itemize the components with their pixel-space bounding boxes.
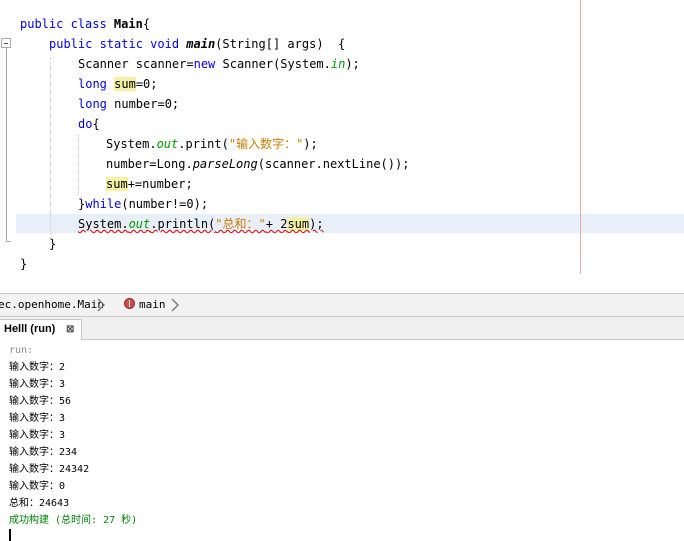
code-line[interactable]: long sum=0;	[78, 74, 158, 94]
code-token: + 2	[265, 217, 288, 231]
code-line-content: long number=0;	[78, 97, 179, 111]
run-label: run:	[9, 345, 34, 356]
breadcrumb-class-label: ec.openhome.Main	[0, 298, 104, 311]
tab-output-label: Helll (run)	[4, 323, 56, 335]
output-line: 输入数字：3	[9, 430, 66, 441]
output-line: 输入数字：234	[9, 447, 78, 458]
code-line[interactable]: Scanner scanner=new Scanner(System.in);	[78, 54, 360, 74]
code-token: out	[128, 217, 151, 231]
code-token: parseLong	[192, 157, 258, 171]
code-line-content: }while(number!=0);	[78, 197, 208, 211]
chevron-right-icon	[97, 298, 105, 312]
fold-guide	[6, 48, 7, 242]
code-token: public class	[20, 17, 114, 31]
code-line[interactable]: do{	[78, 114, 100, 134]
code-line-content: number=Long.parseLong(scanner.nextLine()…	[106, 157, 409, 171]
breadcrumb-method[interactable]: main	[124, 294, 166, 316]
input-caret	[9, 529, 11, 541]
code-line[interactable]: }while(number!=0);	[78, 194, 208, 214]
code-token: Main	[113, 17, 143, 31]
code-token: "总和："	[215, 217, 266, 231]
output-line: 输入数字：24342	[9, 464, 90, 475]
code-line[interactable]: public class Main{	[20, 14, 150, 34]
output-console[interactable]: run: 输入数字：2 输入数字：3 输入数字：56 输入数字：3 输入数字：3 输入数字…	[0, 340, 684, 541]
code-token: {	[142, 17, 151, 31]
code-token: in	[330, 57, 346, 71]
indent-guide	[78, 135, 79, 195]
code-line-content: System.out.println("总和："+ 2sum);	[78, 217, 324, 231]
code-token: .print(	[178, 137, 229, 151]
code-token: while	[85, 197, 122, 211]
method-icon	[124, 298, 135, 309]
code-token: long	[78, 77, 115, 91]
code-token: "输入数字："	[228, 137, 304, 151]
code-token: Scanner scanner=	[78, 57, 194, 71]
code-line-content: public static void main(String[] args) {	[49, 37, 345, 51]
code-line-content: }	[20, 257, 27, 271]
code-line[interactable]: System.out.print("输入数字：");	[106, 134, 318, 154]
output-line: 输入数字：2	[9, 362, 66, 373]
code-line[interactable]: public static void main(String[] args) {	[49, 34, 345, 54]
code-token: do	[78, 117, 93, 131]
code-token: System.	[78, 217, 129, 231]
output-line: 输入数字：3	[9, 379, 66, 390]
tab-output-run[interactable]: Helll (run) ⊠	[0, 319, 82, 340]
close-icon[interactable]: ⊠	[66, 320, 78, 339]
code-line-content: Scanner scanner=new Scanner(System.in);	[78, 57, 360, 71]
code-line[interactable]: System.out.println("总和："+ 2sum);	[78, 214, 324, 234]
code-line-content: long sum=0;	[78, 77, 158, 91]
code-line-content: System.out.print("输入数字：");	[106, 137, 318, 151]
code-token: .println(	[150, 217, 216, 231]
code-token: out	[156, 137, 179, 151]
code-editor[interactable]: public class Main{public static void mai…	[0, 0, 684, 293]
code-token: }	[20, 257, 28, 271]
output-line: 输入数字：0	[9, 481, 66, 492]
code-token: public static void	[49, 37, 187, 51]
output-line: 总和：24643	[9, 498, 70, 509]
code-line[interactable]: }	[20, 254, 27, 274]
editor-gutter	[0, 0, 16, 293]
code-line[interactable]: long number=0;	[78, 94, 179, 114]
code-line-content: public class Main{	[20, 17, 150, 31]
code-line[interactable]: }	[49, 234, 56, 254]
breadcrumb-class[interactable]: ec.openhome.Main	[0, 294, 104, 316]
code-token: main	[186, 37, 216, 51]
code-token: sum	[106, 177, 128, 191]
code-token: number=0;	[114, 97, 180, 111]
output-line: 输入数字：3	[9, 413, 66, 424]
code-token: long	[78, 97, 115, 111]
code-token: );	[309, 217, 324, 231]
code-token: sum	[287, 217, 310, 231]
breadcrumb-method-label: main	[139, 298, 166, 311]
code-token: +=number;	[127, 177, 193, 191]
code-line-content: do{	[78, 117, 100, 131]
fold-guide-end	[6, 241, 11, 242]
code-line-content: sum+=number;	[106, 177, 193, 191]
code-token: );	[345, 57, 360, 71]
code-token: Scanner(System.	[222, 57, 331, 71]
build-status: 成功构建 (总时间: 27 秒)	[9, 515, 138, 526]
code-line[interactable]: number=Long.parseLong(scanner.nextLine()…	[106, 154, 409, 174]
code-token: (number!=0);	[121, 197, 209, 211]
right-margin-line	[580, 0, 581, 274]
fold-collapse-icon[interactable]	[1, 38, 11, 48]
code-token: System.	[106, 137, 157, 151]
code-line-content: }	[49, 237, 56, 251]
code-line[interactable]: sum+=number;	[106, 174, 193, 194]
code-token: =0;	[135, 77, 158, 91]
breadcrumb: ec.openhome.Main main	[0, 293, 684, 317]
output-line: 输入数字：56	[9, 396, 72, 407]
chevron-right-icon	[171, 298, 179, 312]
code-token: number=Long.	[106, 157, 193, 171]
code-token: );	[303, 137, 318, 151]
output-tab-bar: Helll (run) ⊠	[0, 317, 684, 340]
code-token: (String[] args) {	[215, 37, 346, 51]
code-token: (scanner.nextLine());	[257, 157, 410, 171]
code-token: }	[49, 237, 57, 251]
code-token: new	[193, 57, 223, 71]
code-token: {	[92, 117, 100, 131]
indent-guide	[50, 58, 51, 234]
code-token: sum	[114, 77, 136, 91]
